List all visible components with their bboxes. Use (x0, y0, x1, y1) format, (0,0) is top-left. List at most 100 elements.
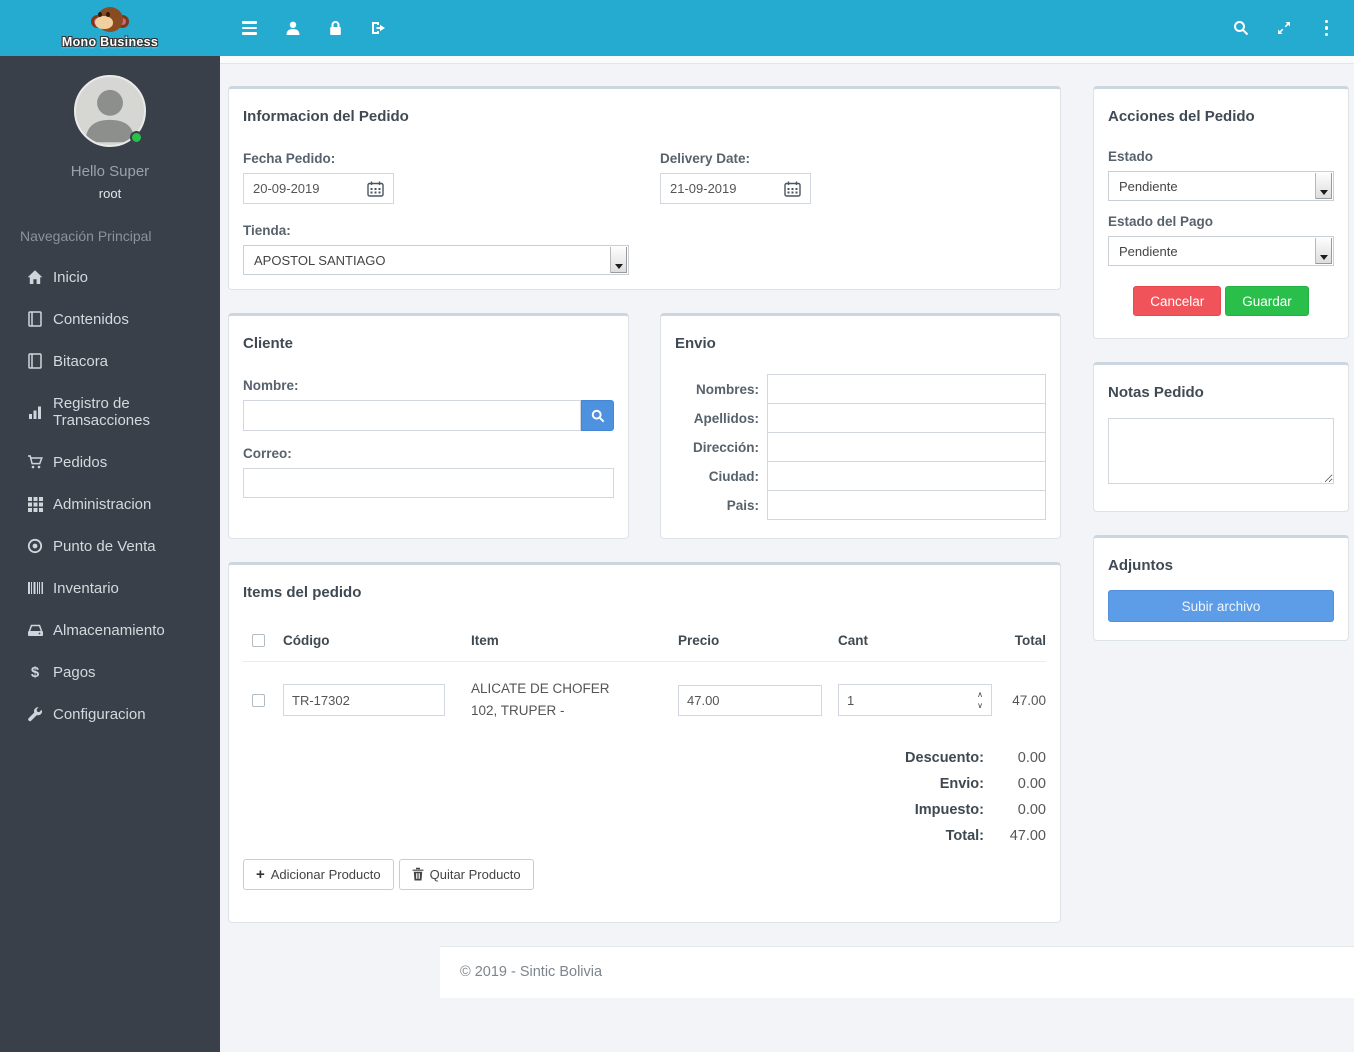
codigo-input[interactable] (283, 684, 445, 717)
notas-panel: Notas Pedido (1093, 362, 1349, 512)
envio-ciudad-input[interactable] (767, 461, 1046, 491)
cliente-title: Cliente (243, 335, 294, 352)
adicionar-producto-label: Adicionar Producto (270, 866, 381, 882)
acciones-title: Acciones del Pedido (1108, 108, 1255, 125)
guardar-button[interactable]: Guardar (1225, 286, 1309, 316)
tienda-select[interactable]: APOSTOL SANTIAGO (243, 245, 629, 275)
sidebar-item-bitacora[interactable]: Bitacora (0, 340, 220, 382)
footer: © 2019 - Sintic Bolivia (440, 945, 1354, 998)
cantidad-input[interactable] (839, 685, 949, 716)
sidebar: Hello Super root Navegación Principal In… (0, 56, 220, 1052)
chevron-down-icon (610, 247, 627, 273)
sidebar-item-registro-transacciones[interactable]: Registro de Transacciones (0, 382, 220, 441)
fecha-pedido-input[interactable] (253, 174, 348, 203)
sidebar-item-label: Bitacora (53, 352, 109, 370)
correo-label: Correo: (243, 446, 292, 461)
envio-nombres-input[interactable] (767, 374, 1046, 404)
search-icon (591, 409, 604, 422)
sidebar-item-label: Contenidos (53, 310, 129, 328)
delivery-date-field[interactable] (660, 173, 811, 204)
cliente-panel: Cliente Nombre: Correo: (228, 313, 629, 539)
sidebar-item-pedidos[interactable]: Pedidos (0, 441, 220, 483)
sign-out-icon[interactable] (357, 0, 400, 56)
fecha-pedido-label: Fecha Pedido: (243, 151, 336, 166)
sidebar-item-label: Punto de Venta (53, 537, 156, 555)
expand-icon[interactable] (1262, 0, 1305, 56)
items-panel: Items del pedido Código Item Precio Cant… (228, 562, 1061, 923)
row-checkbox[interactable] (252, 693, 265, 707)
descuento-value: 0.00 (1017, 749, 1046, 766)
sidebar-menu: Inicio Contenidos Bitacora Registro de T… (0, 256, 220, 735)
sidebar-item-inventario[interactable]: Inventario (0, 567, 220, 609)
precio-input[interactable] (678, 684, 822, 716)
nombre-label: Nombre: (243, 378, 299, 393)
top-navbar: Mono Business (0, 0, 1354, 56)
item-row: ALICATE DE CHOFER 102, TRUPER - ∧∨ 47.00 (243, 662, 1046, 729)
sidebar-item-label: Pagos (53, 663, 96, 681)
nombre-input[interactable] (243, 400, 581, 431)
calendar-icon (367, 181, 384, 197)
sidebar-item-punto-de-venta[interactable]: Punto de Venta (0, 525, 220, 567)
sidebar-item-inicio[interactable]: Inicio (0, 256, 220, 298)
book-icon (26, 311, 44, 327)
order-info-title: Informacion del Pedido (243, 108, 409, 125)
kebab-menu-icon[interactable] (1305, 0, 1348, 56)
quitar-producto-button[interactable]: Quitar Producto (398, 858, 534, 890)
hdd-icon (26, 623, 44, 638)
sidebar-nav-header: Navegación Principal (20, 228, 152, 244)
dot-circle-icon (26, 538, 44, 554)
user-icon[interactable] (271, 0, 314, 56)
sidebar-item-label: Almacenamiento (53, 621, 165, 639)
barcode-icon (26, 581, 44, 595)
brand-logo[interactable]: Mono Business (0, 0, 220, 56)
sidebar-item-configuracion[interactable]: Configuracion (0, 693, 220, 735)
estado-select[interactable]: Pendiente (1108, 171, 1334, 201)
search-icon[interactable] (1219, 0, 1262, 56)
row-total: 47.00 (1012, 692, 1046, 708)
adicionar-producto-button[interactable]: + Adicionar Producto (243, 858, 394, 890)
grid-icon (26, 496, 44, 512)
sidebar-item-pagos[interactable]: $ Pagos (0, 651, 220, 693)
envio-title: Envio (675, 335, 716, 352)
delivery-date-input[interactable] (670, 174, 765, 203)
stepper-arrows-icon[interactable]: ∧ ∨ (977, 689, 983, 711)
bar-chart-icon (26, 404, 44, 419)
cantidad-stepper[interactable]: ∧∨ (838, 684, 992, 717)
envio-apellidos-input[interactable] (767, 403, 1046, 433)
sidebar-item-almacenamiento[interactable]: Almacenamiento (0, 609, 220, 651)
book-icon (26, 353, 44, 369)
subir-archivo-button[interactable]: Subir archivo (1108, 590, 1334, 622)
brand-title: Mono Business (61, 35, 159, 49)
total-value: 47.00 (1009, 827, 1046, 844)
items-table-header: Código Item Precio Cant Total (243, 633, 1046, 662)
chevron-down-icon (1315, 173, 1332, 199)
order-summary: Descuento: 0.00 Envio: 0.00 Impuesto: 0.… (243, 745, 1046, 849)
sidebar-item-contenidos[interactable]: Contenidos (0, 298, 220, 340)
tienda-label: Tienda: (243, 223, 291, 238)
chevron-down-icon (1315, 238, 1332, 264)
sidebar-item-label: Administracion (53, 495, 152, 513)
envio-direccion-input[interactable] (767, 432, 1046, 462)
delivery-date-label: Delivery Date: (660, 151, 751, 166)
menu-icon[interactable] (228, 0, 271, 56)
fecha-pedido-field[interactable] (243, 173, 394, 204)
item-description: ALICATE DE CHOFER 102, TRUPER - (471, 681, 610, 719)
user-role: root (98, 186, 122, 201)
notas-textarea[interactable] (1108, 418, 1334, 484)
plus-icon: + (256, 865, 265, 883)
estado-pago-select[interactable]: Pendiente (1108, 236, 1334, 266)
sidebar-item-label: Inventario (53, 579, 119, 597)
sidebar-item-label: Configuracion (53, 705, 146, 723)
user-greeting: Hello Super (70, 163, 150, 180)
trash-icon (412, 867, 424, 881)
sidebar-item-administracion[interactable]: Administracion (0, 483, 220, 525)
envio-pais-input[interactable] (767, 490, 1046, 520)
column-header-precio: Precio (678, 633, 720, 648)
correo-input[interactable] (243, 468, 614, 498)
copyright-text: © 2019 - Sintic Bolivia (460, 963, 603, 980)
select-all-checkbox[interactable] (252, 634, 265, 647)
buscar-cliente-button[interactable] (581, 400, 614, 431)
lock-icon[interactable] (314, 0, 357, 56)
cancelar-button[interactable]: Cancelar (1133, 286, 1222, 316)
estado-pago-label: Estado del Pago (1108, 214, 1214, 229)
